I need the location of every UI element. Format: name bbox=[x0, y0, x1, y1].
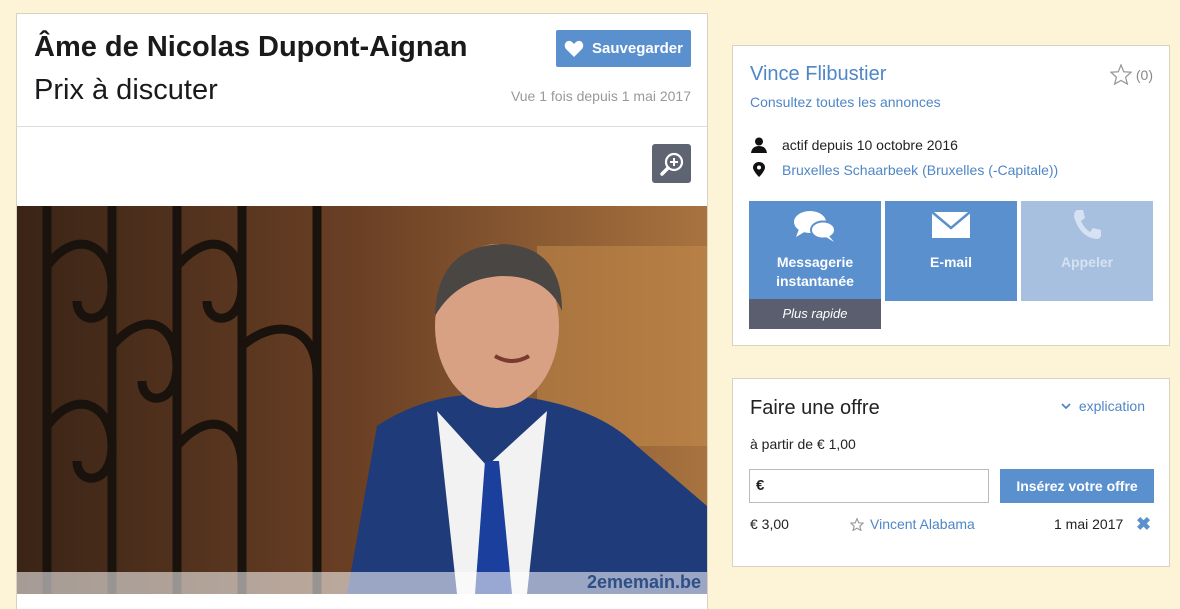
view-count: Vue 1 fois depuis 1 mai 2017 bbox=[510, 88, 691, 104]
phone-icon bbox=[1074, 210, 1101, 239]
seller-card: Vince Flibustier (0) Consultez toutes le… bbox=[732, 45, 1170, 346]
bid-date: 1 mai 2017 bbox=[1054, 516, 1124, 532]
all-ads-link[interactable]: Consultez toutes les annonces bbox=[750, 94, 941, 110]
call-label: Appeler bbox=[1060, 254, 1114, 270]
listing-header: Âme de Nicolas Dupont-Aignan Prix à disc… bbox=[17, 14, 707, 127]
heart-icon bbox=[564, 40, 584, 57]
offer-title: Faire une offre bbox=[750, 397, 880, 419]
seller-location[interactable]: Bruxelles Schaarbeek (Bruxelles (-Capita… bbox=[782, 162, 1058, 178]
listing-price: Prix à discuter bbox=[34, 74, 218, 106]
seller-name[interactable]: Vince Flibustier bbox=[750, 63, 886, 86]
save-label: Sauvegarder bbox=[592, 40, 683, 57]
call-button[interactable]: Appeler bbox=[1021, 201, 1153, 301]
bid-user-name: Vincent Alabama bbox=[870, 516, 975, 532]
messenger-button[interactable]: Messagerie instantanée bbox=[749, 201, 881, 301]
submit-offer-button[interactable]: Insérez votre offre bbox=[1000, 469, 1154, 503]
map-pin-icon bbox=[753, 162, 765, 177]
chat-bubbles-icon bbox=[794, 211, 836, 242]
save-button[interactable]: Sauvegarder bbox=[556, 30, 691, 67]
delete-bid-icon[interactable]: ✖ bbox=[1136, 514, 1151, 535]
active-since: actif depuis 10 octobre 2016 bbox=[782, 137, 958, 153]
photo-illustration bbox=[17, 206, 707, 594]
explanation-toggle[interactable]: explication bbox=[1061, 398, 1145, 414]
listing-photo[interactable]: 2ememain.be bbox=[17, 206, 707, 594]
offer-card: Faire une offre explication à partir de … bbox=[732, 378, 1170, 567]
messenger-label-1: Messagerie bbox=[776, 254, 854, 270]
explanation-label: explication bbox=[1078, 398, 1145, 414]
chevron-down-icon bbox=[1061, 402, 1071, 409]
messenger-label-2: instantanée bbox=[776, 273, 854, 289]
site-watermark-logo: 2ememain.be bbox=[586, 572, 701, 592]
star-outline-icon bbox=[1109, 64, 1132, 85]
rating-count: (0) bbox=[1135, 66, 1153, 83]
location-row: Bruxelles Schaarbeek (Bruxelles (-Capita… bbox=[750, 161, 1058, 178]
zoom-button[interactable] bbox=[652, 144, 691, 183]
seller-rating[interactable]: (0) bbox=[1109, 64, 1153, 85]
listing-panel: Âme de Nicolas Dupont-Aignan Prix à disc… bbox=[16, 13, 708, 609]
envelope-icon bbox=[931, 211, 971, 238]
listing-title: Âme de Nicolas Dupont-Aignan bbox=[34, 31, 468, 63]
bid-user[interactable]: Vincent Alabama bbox=[850, 516, 975, 532]
active-since-row: actif depuis 10 octobre 2016 bbox=[750, 137, 958, 153]
offer-amount-input[interactable]: € bbox=[749, 469, 989, 503]
user-icon bbox=[751, 137, 767, 153]
zoom-in-icon bbox=[659, 152, 683, 176]
email-button[interactable]: E-mail bbox=[885, 201, 1017, 301]
email-label: E-mail bbox=[929, 254, 972, 270]
fastest-badge: Plus rapide bbox=[749, 299, 881, 329]
star-outline-icon bbox=[850, 517, 864, 531]
bid-amount: € 3,00 bbox=[750, 516, 789, 532]
minimum-offer: à partir de € 1,00 bbox=[750, 436, 856, 452]
